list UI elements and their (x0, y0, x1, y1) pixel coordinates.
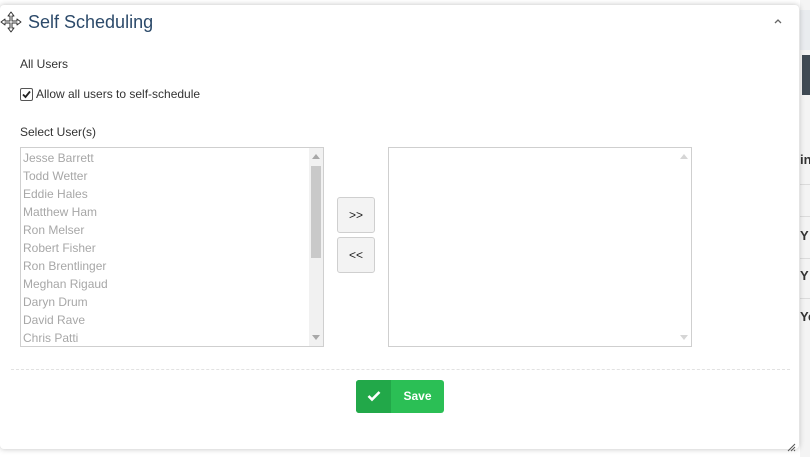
background-text: Y (800, 228, 809, 243)
background-row-line (800, 184, 810, 185)
list-item[interactable]: Ron Melser (21, 221, 309, 239)
selected-users-scrollbar[interactable] (677, 148, 691, 346)
allow-all-label[interactable]: Allow all users to self-schedule (36, 87, 200, 101)
save-button-label: Save (403, 389, 432, 403)
background-row-line (800, 258, 810, 259)
background-text: Ye (800, 309, 810, 324)
background-text: Y (800, 268, 809, 283)
available-users-scrollbar[interactable] (309, 148, 323, 346)
list-item[interactable]: David Rave (21, 311, 309, 329)
scroll-up-arrow-icon[interactable] (312, 154, 320, 159)
save-icon-area (356, 380, 391, 413)
available-users-listbox[interactable]: Jesse Barrett Todd Wetter Eddie Hales Ma… (20, 147, 324, 347)
list-item[interactable]: Jesse Barrett (21, 149, 309, 167)
background-text: in (800, 152, 810, 167)
selected-users-listbox[interactable] (388, 147, 692, 347)
list-item[interactable]: Ron Brentlinger (21, 257, 309, 275)
footer-divider (11, 369, 790, 370)
list-item[interactable]: Robert Fisher (21, 239, 309, 257)
add-selected-button[interactable]: >> (337, 197, 375, 233)
list-item[interactable]: Daryn Drum (21, 293, 309, 311)
move-arrows-icon[interactable] (0, 11, 22, 33)
scroll-down-arrow-icon[interactable] (680, 335, 688, 340)
scroll-down-arrow-icon[interactable] (312, 335, 320, 340)
remove-selected-button[interactable]: << (337, 237, 375, 273)
background-header-dark (802, 55, 810, 95)
allow-all-checkbox[interactable] (20, 88, 33, 101)
resize-grip-icon[interactable] (786, 439, 796, 452)
list-item[interactable]: Meghan Rigaud (21, 275, 309, 293)
available-users-list: Jesse Barrett Todd Wetter Eddie Hales Ma… (21, 149, 309, 346)
chevron-up-icon[interactable] (772, 13, 784, 24)
list-item[interactable]: Chris Patti (21, 329, 309, 346)
list-item[interactable]: Eddie Hales (21, 185, 309, 203)
all-users-label: All Users (20, 57, 69, 71)
list-item[interactable]: Matthew Ham (21, 203, 309, 221)
background-row-line (800, 216, 810, 217)
dialog-title: Self Scheduling (28, 12, 154, 32)
self-scheduling-dialog: Self Scheduling All Users Allow all user… (0, 5, 799, 452)
scroll-up-arrow-icon[interactable] (680, 154, 688, 159)
background-header-light (800, 10, 810, 50)
check-icon (367, 391, 381, 402)
select-users-label: Select User(s) (20, 125, 97, 139)
list-item[interactable]: Todd Wetter (21, 167, 309, 185)
scrollbar-thumb[interactable] (311, 166, 321, 258)
background-row-line (800, 298, 810, 299)
save-button[interactable]: Save (356, 380, 444, 413)
